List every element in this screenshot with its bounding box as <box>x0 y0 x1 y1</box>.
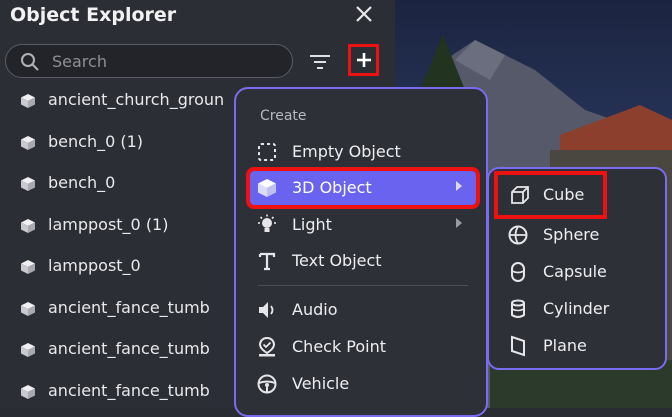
create-menu: Create Empty Object 3D Object Light Text… <box>234 87 488 417</box>
submenu-item-cube[interactable]: Cube <box>494 171 607 219</box>
add-object-button[interactable] <box>348 44 379 76</box>
menu-item-label: Light <box>292 215 332 234</box>
submenu-item-plane[interactable]: Plane <box>497 329 657 363</box>
menu-item-label: Check Point <box>292 337 387 356</box>
submenu-item-label: Plane <box>543 336 587 355</box>
menu-item-label: Audio <box>292 300 338 319</box>
menu-item-label: Text Object <box>292 251 382 270</box>
search-icon <box>21 53 39 71</box>
plus-icon <box>356 53 371 67</box>
menu-item-vehicle[interactable]: Vehicle <box>250 367 476 401</box>
submenu-item-label: Sphere <box>543 225 600 244</box>
steering-wheel-icon <box>257 374 277 394</box>
cube-icon <box>21 385 35 399</box>
submenu-item-label: Capsule <box>543 262 607 281</box>
menu-item-check-point[interactable]: Check Point <box>250 330 476 364</box>
submenu-item-cylinder[interactable]: Cylinder <box>497 292 657 326</box>
cube-icon <box>258 179 276 197</box>
cube-outline-icon <box>511 186 529 204</box>
capsule-icon <box>511 262 525 282</box>
plane-icon <box>511 335 525 357</box>
create-menu-header: Create <box>260 108 307 124</box>
tree-item-label: lamppost_0 (1) <box>48 215 169 234</box>
menu-item-empty-object[interactable]: Empty Object <box>250 135 476 169</box>
lightbulb-icon <box>258 214 276 232</box>
filter-icon <box>310 55 330 69</box>
submenu-arrow-icon <box>456 181 462 191</box>
cube-icon <box>21 260 35 274</box>
submenu-item-sphere[interactable]: Sphere <box>497 218 657 252</box>
submenu-item-label: Cube <box>543 185 585 204</box>
tree-item-label: ancient_fance_tumb <box>48 298 210 317</box>
speaker-icon <box>259 302 274 318</box>
menu-item-audio[interactable]: Audio <box>250 293 476 327</box>
menu-item-text-object[interactable]: Text Object <box>250 244 476 278</box>
search-input[interactable]: Search <box>5 44 293 78</box>
tree-item-label: ancient_church_groun <box>48 90 225 109</box>
panel-title: Object Explorer <box>10 4 177 26</box>
filter-button[interactable] <box>307 50 333 74</box>
close-button[interactable] <box>350 2 378 28</box>
cube-icon <box>21 177 35 191</box>
tree-item-label: ancient_fance_tumb <box>48 381 210 400</box>
dashed-square-icon <box>258 143 276 161</box>
submenu-item-label: Cylinder <box>543 299 610 318</box>
menu-item-label: Empty Object <box>292 142 401 161</box>
submenu-arrow-icon <box>456 218 462 228</box>
menu-item-light[interactable]: Light <box>250 208 476 242</box>
close-icon <box>356 6 372 22</box>
cylinder-icon <box>511 299 525 318</box>
3d-object-submenu: Cube Sphere Capsule Cylinder Plane <box>487 167 667 370</box>
cube-icon <box>21 302 35 316</box>
cube-icon <box>21 343 35 357</box>
tree-item-label: lamppost_0 <box>48 256 141 275</box>
text-icon <box>258 252 276 271</box>
search-placeholder: Search <box>52 52 107 71</box>
checkpoint-icon <box>258 336 276 357</box>
sphere-icon <box>508 225 528 245</box>
menu-item-label: 3D Object <box>292 178 372 197</box>
menu-separator <box>258 285 468 286</box>
cube-icon <box>21 219 35 233</box>
tree-item-label: ancient_fance_tumb <box>48 339 210 358</box>
menu-item-3d-object[interactable]: 3D Object <box>246 167 480 209</box>
tree-item-label: bench_0 (1) <box>48 132 144 151</box>
tree-item-label: bench_0 <box>48 173 116 192</box>
cube-icon <box>21 136 35 150</box>
menu-item-label: Vehicle <box>292 374 350 393</box>
cube-icon <box>21 94 35 108</box>
submenu-item-capsule[interactable]: Capsule <box>497 255 657 289</box>
